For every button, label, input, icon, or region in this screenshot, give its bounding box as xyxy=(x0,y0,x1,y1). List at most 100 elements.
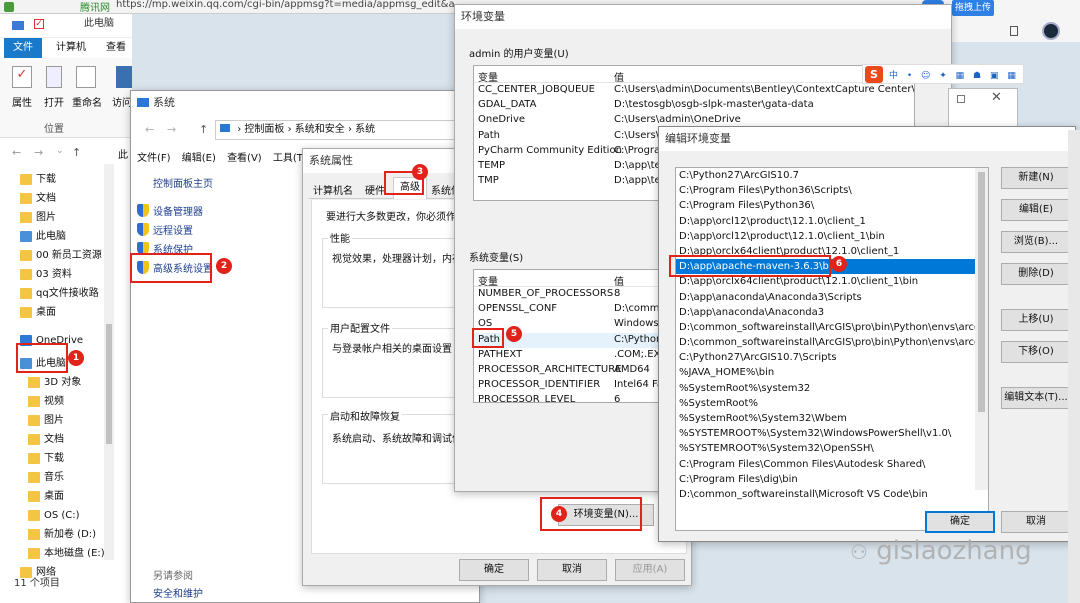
path-entry[interactable]: %SYSTEMROOT%\System32\WindowsPowerShell\… xyxy=(676,426,988,441)
system-title: 系统 xyxy=(153,96,175,109)
nav-item[interactable]: 文档 xyxy=(16,430,64,449)
browse-button[interactable]: 浏览(B)... xyxy=(1001,231,1071,253)
copy-icon[interactable] xyxy=(1010,26,1018,36)
path-entry[interactable]: D:\app\orcl12\product\12.1.0\client_1\bi… xyxy=(676,229,988,244)
editenv-cancel-button[interactable]: 取消 xyxy=(1001,511,1071,533)
path-entry[interactable]: C:\Program Files\Python36\ xyxy=(676,198,988,213)
breadcrumb-control-panel[interactable]: 控制面板 xyxy=(244,124,284,135)
nav-item[interactable]: 图片 xyxy=(16,411,64,430)
move-up-button[interactable]: 上移(U) xyxy=(1001,309,1071,331)
nav-item[interactable]: OS (C:) xyxy=(16,506,80,525)
col-value[interactable]: 值 xyxy=(614,69,624,84)
right-edge-scrollbar xyxy=(1068,130,1080,603)
maximize-icon[interactable] xyxy=(957,95,965,103)
browser-tab-label[interactable]: 腾讯网 xyxy=(80,0,110,13)
path-entry[interactable]: C:\Program Files\Common Files\Autodesk S… xyxy=(676,457,988,472)
breadcrumb-system[interactable]: 系统 xyxy=(355,124,375,135)
url-text[interactable]: https://mp.weixin.qq.com/cgi-bin/appmsg?… xyxy=(116,0,455,10)
remote-settings-link[interactable]: 远程设置 xyxy=(137,222,193,237)
nav-item[interactable]: 下载 xyxy=(8,170,56,189)
path-entry[interactable]: C:\Python27\ArcGIS10.7 xyxy=(676,168,988,183)
col-variable[interactable]: 变量 xyxy=(478,69,498,84)
breadcrumb-security[interactable]: 系统和安全 xyxy=(295,124,345,135)
ribbon-rename[interactable]: 重命名 xyxy=(72,94,102,109)
tab-computer-name[interactable]: 计算机名 xyxy=(313,182,353,197)
new-button[interactable]: 新建(N) xyxy=(1001,167,1071,189)
avatar[interactable] xyxy=(1042,22,1060,40)
path-entry[interactable]: D:\common_softwareinstall\ArcGIS\pro\bin… xyxy=(676,320,988,335)
nav-item[interactable]: 此电脑 xyxy=(8,227,66,246)
ime-icons[interactable]: 中 • ☺ ✦ ▦ ☗ ▣ ▦ xyxy=(889,68,1019,81)
path-entry[interactable]: D:\app\orcl12\product\12.1.0\client_1 xyxy=(676,214,988,229)
col-variable[interactable]: 变量 xyxy=(478,273,498,288)
nav-item[interactable]: 视频 xyxy=(16,392,64,411)
move-down-button[interactable]: 下移(O) xyxy=(1001,341,1071,363)
path-label[interactable]: 此 xyxy=(118,146,128,161)
path-entry[interactable]: %SYSTEMROOT%\System32\OpenSSH\ xyxy=(676,441,988,456)
nav-item[interactable]: 桌面 xyxy=(16,487,64,506)
tab-file[interactable]: 文件 xyxy=(4,38,42,58)
tab-hardware[interactable]: 硬件 xyxy=(365,182,385,197)
up-icon[interactable]: ↑ xyxy=(72,146,81,159)
path-entry[interactable]: %SystemRoot%\System32\Wbem xyxy=(676,411,988,426)
edit-button[interactable]: 编辑(E) xyxy=(1001,199,1071,221)
menu-edit[interactable]: 编辑(E) xyxy=(182,153,216,164)
security-maintenance-link[interactable]: 安全和维护 xyxy=(153,585,203,600)
upload-button[interactable]: 拖拽上传 xyxy=(952,0,994,16)
edit-text-button[interactable]: 编辑文本(T)... xyxy=(1001,387,1071,409)
close-icon[interactable]: ✕ xyxy=(991,90,1002,105)
nav-item[interactable]: 00 新员工资源 xyxy=(8,246,102,265)
back-icon[interactable]: ← xyxy=(12,146,21,159)
nav-item[interactable]: 图片 xyxy=(8,208,56,227)
ribbon-open[interactable]: 打开 xyxy=(44,94,64,109)
sogou-logo-icon[interactable]: S xyxy=(865,66,883,83)
sysprops-ok-button[interactable]: 确定 xyxy=(459,559,529,581)
ribbon-access[interactable]: 访问 xyxy=(112,94,132,109)
nav-item[interactable]: 文档 xyxy=(8,189,56,208)
tab-view[interactable]: 查看 xyxy=(106,38,126,58)
sysprops-apply-button[interactable]: 应用(A) xyxy=(615,559,685,581)
menu-file[interactable]: 文件(F) xyxy=(137,153,171,164)
background-window: ✕ xyxy=(948,88,1018,128)
delete-button[interactable]: 删除(D) xyxy=(1001,263,1071,285)
nav-item[interactable]: 桌面 xyxy=(8,303,56,322)
table-row[interactable]: GDAL_DATA D:\testosgb\osgb-slpk-master\ga… xyxy=(474,98,914,113)
back-icon[interactable]: ← xyxy=(145,123,154,136)
nav-item[interactable]: 3D 对象 xyxy=(16,373,81,392)
nav-scrollbar[interactable] xyxy=(104,164,114,560)
editenv-ok-button[interactable]: 确定 xyxy=(925,511,995,533)
nav-item[interactable]: 本地磁盘 (E:) xyxy=(16,544,105,563)
col-value[interactable]: 值 xyxy=(614,273,624,288)
folder-icon xyxy=(28,434,40,445)
nav-item[interactable]: 音乐 xyxy=(16,468,64,487)
nav-item[interactable]: qq文件接收路 xyxy=(8,284,99,303)
path-entry[interactable]: %JAVA_HOME%\bin xyxy=(676,365,988,380)
table-row[interactable]: CC_CENTER_JOBQUEUE C:\Users\admin\Documen… xyxy=(474,83,914,98)
path-entry[interactable]: C:\Program Files\dig\bin xyxy=(676,472,988,487)
menu-view[interactable]: 查看(V) xyxy=(227,153,262,164)
path-list-scrollbar[interactable] xyxy=(975,168,988,490)
forward-icon[interactable]: → xyxy=(34,146,43,159)
sysprops-cancel-button[interactable]: 取消 xyxy=(537,559,607,581)
path-entry[interactable]: D:\common_softwareinstall\Microsoft VS C… xyxy=(676,487,988,502)
control-panel-home-link[interactable]: 控制面板主页 xyxy=(153,175,213,190)
nav-item[interactable]: 下载 xyxy=(16,449,64,468)
forward-icon[interactable]: → xyxy=(167,123,176,136)
badge-6: 6 xyxy=(831,256,847,272)
path-entry[interactable]: C:\Program Files\Python36\Scripts\ xyxy=(676,183,988,198)
check-icon[interactable]: ✓ xyxy=(34,19,44,29)
path-list[interactable]: C:\Python27\ArcGIS10.7 C:\Program Files\P… xyxy=(675,167,989,531)
path-entry[interactable]: D:\app\anaconda\Anaconda3 xyxy=(676,305,988,320)
nav-item[interactable]: 03 资料 xyxy=(8,265,72,284)
ribbon-properties[interactable]: 属性 xyxy=(12,94,32,109)
device-manager-link[interactable]: 设备管理器 xyxy=(137,203,203,218)
chevron-down-icon[interactable]: ⌄ xyxy=(56,146,64,156)
nav-item[interactable]: 新加卷 (D:) xyxy=(16,525,96,544)
tab-computer[interactable]: 计算机 xyxy=(56,38,86,58)
up-icon[interactable]: ↑ xyxy=(199,123,208,136)
path-entry[interactable]: %SystemRoot% xyxy=(676,396,988,411)
path-entry[interactable]: C:\Python27\ArcGIS10.7\Scripts xyxy=(676,350,988,365)
path-entry[interactable]: D:\common_softwareinstall\ArcGIS\pro\bin… xyxy=(676,335,988,350)
path-entry[interactable]: D:\app\anaconda\Anaconda3\Scripts xyxy=(676,290,988,305)
path-entry[interactable]: %SystemRoot%\system32 xyxy=(676,381,988,396)
